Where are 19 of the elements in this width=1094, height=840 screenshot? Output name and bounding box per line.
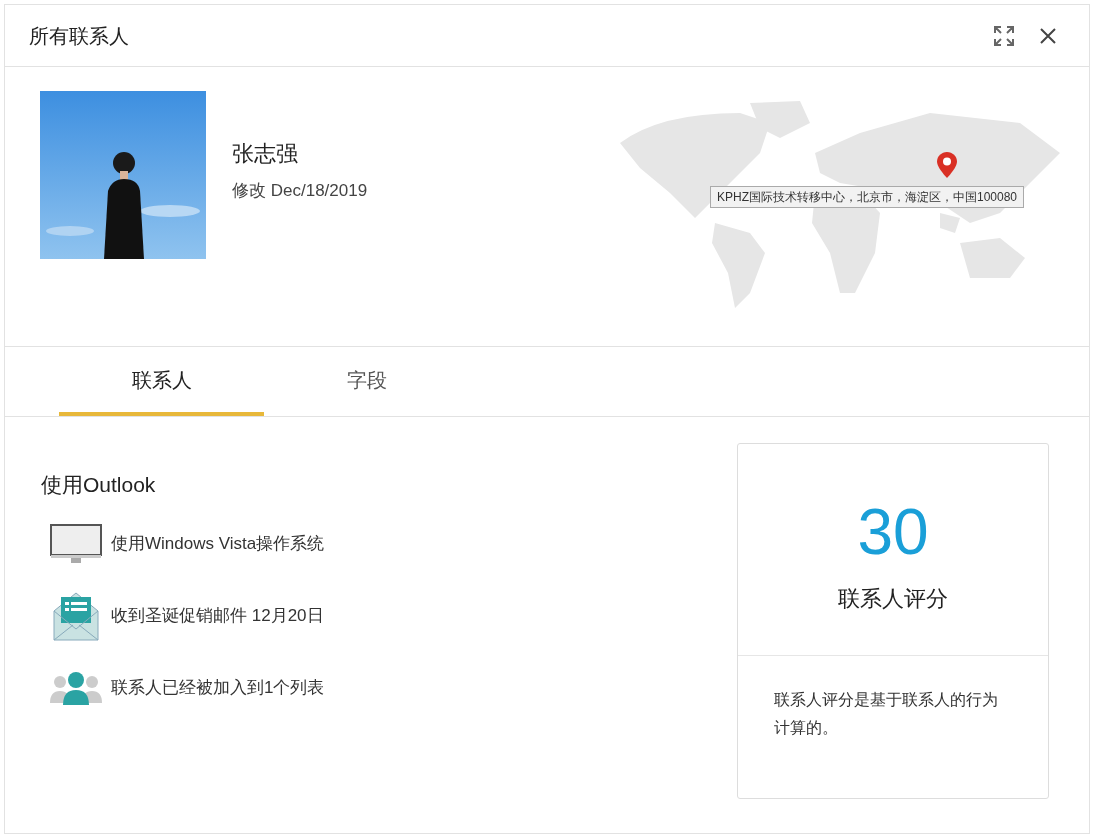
contact-name: 张志强 <box>232 140 299 168</box>
window-title: 所有联系人 <box>29 23 129 49</box>
close-icon[interactable] <box>1039 26 1057 45</box>
score-value: 30 <box>857 500 929 564</box>
activity-text: 收到圣诞促销邮件 12月20日 <box>111 604 324 627</box>
people-icon <box>49 670 103 705</box>
modified-date: 修改 Dec/18/2019 <box>232 180 368 202</box>
tab[interactable]: 联系人 <box>59 347 264 416</box>
map-pin-icon <box>936 151 958 179</box>
activity-text: 使用Windows Vista操作系统 <box>111 532 325 555</box>
score-description: 联系人评分是基于联系人的行为计算的。 <box>773 690 999 738</box>
tab[interactable]: 字段 <box>264 347 469 416</box>
expand-icon[interactable] <box>993 24 1015 47</box>
score-label: 联系人评分 <box>838 585 948 613</box>
envelope-icon <box>53 590 99 641</box>
section-title: 使用Outlook <box>41 472 157 498</box>
monitor-icon <box>50 523 102 564</box>
activity-text: 联系人已经被加入到1个列表 <box>111 676 325 699</box>
address-label: KPHZ国际技术转移中心，北京市，海淀区，中国100080 <box>710 186 1025 208</box>
